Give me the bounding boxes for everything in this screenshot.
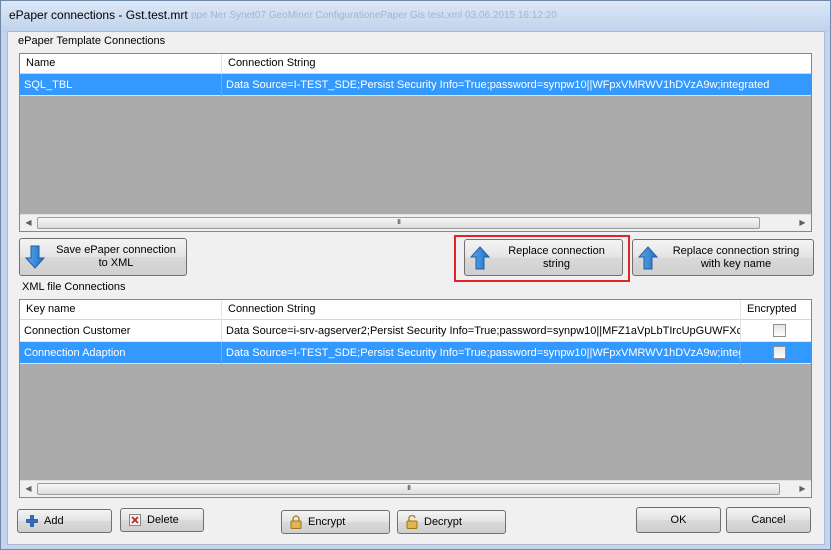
row-connection-cell: Data Source=i-srv-agserver2;Persist Secu… (222, 320, 741, 342)
dialog-window: ePaper connections - Gst.test.mrt ppe Ne… (0, 0, 831, 550)
column-header-connection-string[interactable]: Connection String (222, 54, 811, 74)
replace-button-label: Replace connection string (508, 244, 605, 270)
table-row[interactable]: Connection Customer Data Source=i-srv-ag… (20, 320, 811, 342)
template-group-label: ePaper Template Connections (16, 35, 168, 47)
scroll-right-arrow-icon[interactable]: ▶ (794, 481, 811, 497)
cancel-button[interactable]: Cancel (726, 507, 811, 533)
template-grid-header: Name Connection String (20, 54, 811, 74)
replace-with-key-name-button[interactable]: Replace connection string with key name (632, 239, 814, 276)
xml-connections-grid[interactable]: Key name Connection String Encrypted Con… (19, 299, 812, 498)
ok-button-label: OK (670, 514, 687, 526)
scroll-thumb[interactable]: III (37, 483, 780, 495)
save-button-label: Save ePaper connection to XML (56, 244, 176, 269)
unlock-icon (404, 514, 420, 530)
add-button[interactable]: Add (17, 509, 112, 533)
arrow-down-icon (24, 245, 46, 269)
delete-x-icon (127, 512, 143, 528)
column-header-key-name[interactable]: Key name (20, 300, 222, 320)
template-connections-grid[interactable]: Name Connection String SQL_TBL Data Sour… (19, 53, 812, 232)
xml-grid-header: Key name Connection String Encrypted (20, 300, 811, 320)
column-header-name[interactable]: Name (20, 54, 222, 74)
add-button-label: Add (44, 515, 64, 527)
plus-icon (24, 513, 40, 529)
cancel-button-label: Cancel (751, 514, 786, 526)
arrow-up-icon (637, 245, 659, 269)
scroll-right-arrow-icon[interactable]: ▶ (794, 215, 811, 231)
xml-horizontal-scrollbar[interactable]: ◀ III ▶ (20, 480, 811, 497)
encrypted-checkbox[interactable] (773, 346, 786, 359)
table-row[interactable]: SQL_TBL Data Source=I-TEST_SDE;Persist S… (20, 74, 811, 96)
row-name-cell: SQL_TBL (20, 74, 222, 96)
arrow-up-icon (469, 245, 491, 269)
scroll-left-arrow-icon[interactable]: ◀ (20, 481, 37, 497)
delete-button[interactable]: Delete (120, 508, 204, 532)
table-row[interactable]: Connection Adaption Data Source=I-TEST_S… (20, 342, 811, 364)
window-title: ePaper connections - Gst.test.mrt (9, 8, 188, 22)
decrypt-button-label: Decrypt (424, 516, 462, 528)
column-header-encrypted[interactable]: Encrypted (741, 300, 811, 320)
row-connection-cell: Data Source=I-TEST_SDE;Persist Security … (226, 79, 770, 91)
grid-empty-area (20, 96, 811, 214)
xml-group-label: XML file Connections (20, 281, 128, 293)
grid-empty-area (20, 364, 811, 480)
ok-button[interactable]: OK (636, 507, 721, 533)
dialog-client-area: ePaper Template Connections Name Connect… (7, 31, 825, 545)
encrypt-button-label: Encrypt (308, 516, 346, 528)
scroll-thumb[interactable]: III (37, 217, 760, 229)
template-horizontal-scrollbar[interactable]: ◀ III ▶ (20, 214, 811, 231)
scroll-left-arrow-icon[interactable]: ◀ (20, 215, 37, 231)
replace-connection-button[interactable]: Replace connection string (464, 239, 623, 276)
replace-key-button-label: Replace connection string with key name (672, 244, 800, 270)
title-bar[interactable]: ePaper connections - Gst.test.mrt ppe Ne… (1, 1, 830, 31)
lock-icon (288, 514, 304, 530)
encrypt-button[interactable]: Encrypt (281, 510, 390, 534)
row-key-cell: Connection Customer (20, 320, 222, 342)
encrypted-checkbox[interactable] (773, 324, 786, 337)
background-ghost-text: ppe Ner Synet07 GeoMiner ConfigurationeP… (191, 10, 557, 21)
delete-button-label: Delete (147, 514, 179, 526)
row-connection-cell: Data Source=I-TEST_SDE;Persist Security … (222, 342, 741, 364)
save-epaper-connection-button[interactable]: Save ePaper connection to XML (19, 238, 187, 276)
column-header-connection-string[interactable]: Connection String (222, 300, 741, 320)
decrypt-button[interactable]: Decrypt (397, 510, 506, 534)
row-key-cell: Connection Adaption (20, 342, 222, 364)
